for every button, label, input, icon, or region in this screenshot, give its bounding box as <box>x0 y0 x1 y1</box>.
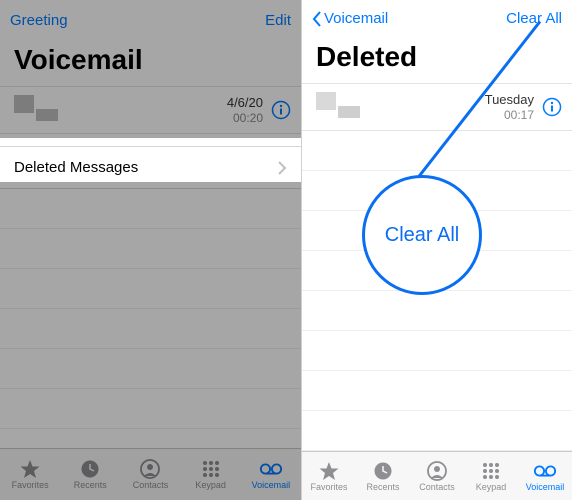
voicemail-duration: 00:17 <box>485 108 534 122</box>
annotation-text: Clear All <box>385 224 459 247</box>
tab-bar: Favorites Recents Contacts Keypad Voicem… <box>0 448 301 500</box>
voicemail-date: 4/6/20 <box>227 95 263 111</box>
contact-thumb <box>316 92 362 122</box>
nav-left-label: Greeting <box>10 12 68 29</box>
tab-bar: Favorites Recents Contacts Keypad Voicem… <box>302 451 572 500</box>
voicemail-meta: Tuesday 00:17 <box>485 92 534 122</box>
star-icon <box>18 459 42 479</box>
info-icon[interactable] <box>271 100 291 120</box>
empty-list <box>0 189 301 448</box>
tab-label: Favorites <box>310 482 347 492</box>
contact-icon <box>138 459 162 479</box>
tab-recents[interactable]: Recents <box>60 459 120 490</box>
back-label: Voicemail <box>324 10 388 27</box>
nav-right-label: Edit <box>265 12 291 29</box>
chevron-left-icon <box>312 11 322 27</box>
tab-voicemail[interactable]: Voicemail <box>241 459 301 490</box>
tab-keypad[interactable]: Keypad <box>181 459 241 490</box>
tab-contacts[interactable]: Contacts <box>120 459 180 490</box>
contact-icon <box>425 461 449 481</box>
star-icon <box>317 461 341 481</box>
voicemail-item[interactable]: Tuesday 00:17 <box>302 83 572 131</box>
voicemail-icon <box>259 459 283 479</box>
voicemail-icon <box>533 461 557 481</box>
tab-label: Keypad <box>195 480 226 490</box>
tab-label: Recents <box>74 480 107 490</box>
nav-bar: Greeting Edit <box>0 0 301 40</box>
back-button[interactable]: Voicemail <box>312 10 388 27</box>
deleted-messages-row[interactable]: Deleted Messages <box>0 146 301 189</box>
tab-label: Recents <box>366 482 399 492</box>
tab-favorites[interactable]: Favorites <box>302 461 356 492</box>
voicemail-meta: 4/6/20 00:20 <box>227 95 263 125</box>
page-title: Voicemail <box>0 40 301 86</box>
tab-favorites[interactable]: Favorites <box>0 459 60 490</box>
info-icon[interactable] <box>542 97 562 117</box>
tab-recents[interactable]: Recents <box>356 461 410 492</box>
voicemail-duration: 00:20 <box>227 111 263 125</box>
tab-contacts[interactable]: Contacts <box>410 461 464 492</box>
greeting-button[interactable]: Greeting <box>10 12 68 29</box>
keypad-icon <box>199 459 223 479</box>
annotation-callout: Clear All <box>362 175 482 295</box>
page-title: Deleted <box>302 37 572 83</box>
tab-label: Contacts <box>419 482 455 492</box>
deleted-messages-label: Deleted Messages <box>14 159 138 176</box>
voicemail-item[interactable]: 4/6/20 00:20 <box>0 86 301 134</box>
tab-voicemail[interactable]: Voicemail <box>518 461 572 492</box>
contact-thumb <box>14 95 60 125</box>
tab-label: Voicemail <box>526 482 565 492</box>
voicemail-date: Tuesday <box>485 92 534 108</box>
tab-label: Voicemail <box>252 480 291 490</box>
chevron-right-icon <box>278 161 287 175</box>
tab-label: Contacts <box>133 480 169 490</box>
tab-label: Favorites <box>12 480 49 490</box>
tab-label: Keypad <box>476 482 507 492</box>
clock-icon <box>371 461 395 481</box>
tab-keypad[interactable]: Keypad <box>464 461 518 492</box>
edit-button[interactable]: Edit <box>265 12 291 29</box>
clock-icon <box>78 459 102 479</box>
keypad-icon <box>479 461 503 481</box>
voicemail-screen: Greeting Edit Voicemail 4/6/20 00:20 Del… <box>0 0 302 500</box>
deleted-screen: Voicemail Clear All Deleted Tuesday 00:1… <box>302 0 572 500</box>
